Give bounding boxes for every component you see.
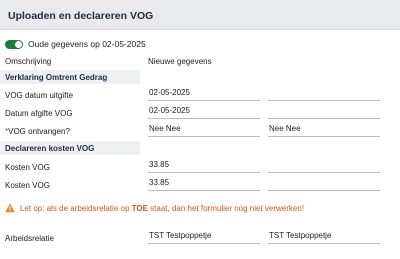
field-kosten2-old[interactable]: 33.85	[148, 177, 260, 191]
section-verklaring-title: Verklaring Omtrent Gedrag	[5, 73, 108, 82]
field-kosten2-new[interactable]	[268, 177, 380, 191]
field-datum-uitgifte-new[interactable]	[268, 87, 380, 101]
old-data-toggle-label: Oude gegevens op 02-05-2025	[28, 39, 146, 49]
label-datum-afgifte-vog: Datum afgifte VOG	[5, 109, 73, 118]
warning-emphasis: TOE	[131, 203, 148, 213]
warning-message: Let op: als de arbeidsrelatie op TOE sta…	[5, 203, 304, 213]
column-omschrijving: Omschrijving	[5, 57, 52, 66]
old-data-toggle[interactable]	[5, 39, 23, 49]
warning-triangle-icon	[5, 203, 15, 213]
field-kosten1-new[interactable]	[268, 159, 380, 173]
label-vog-ontvangen: *VOG ontvangen?	[5, 127, 70, 136]
warning-text: Let op: als de arbeidsrelatie op TOE sta…	[20, 204, 304, 213]
label-vog-ontvangen-text: VOG ontvangen?	[8, 127, 70, 136]
page-title: Uploaden en declareren VOG	[8, 10, 154, 22]
field-datum-afgifte-old[interactable]: 02-05-2025	[148, 105, 260, 119]
label-kosten-vog-1: Kosten VOG	[5, 163, 50, 172]
field-datum-uitgifte-old[interactable]: 02-05-2025	[148, 87, 260, 101]
section-declareren: Declareren kosten VOG	[0, 141, 140, 155]
warning-suffix: staat, dan het formulier nog niet verwer…	[147, 203, 305, 213]
label-arbeidsrelatie: Arbeidsrelatie	[5, 234, 54, 243]
warning-prefix: Let op: als de arbeidsrelatie op	[20, 203, 132, 213]
label-vog-datum-uitgifte: VOG datum uitgifte	[5, 91, 74, 100]
section-declareren-title: Declareren kosten VOG	[5, 144, 95, 153]
field-datum-afgifte-new[interactable]	[268, 105, 380, 119]
field-arbeidsrelatie-old[interactable]: TST Testpoppetje	[148, 230, 260, 244]
column-nieuwe-gegevens: Nieuwe gegevens	[148, 57, 212, 66]
old-data-toggle-row[interactable]: Oude gegevens op 02-05-2025	[5, 38, 146, 50]
field-arbeidsrelatie-new[interactable]: TST Testpoppetje	[268, 230, 380, 244]
label-kosten-vog-2: Kosten VOG	[5, 181, 50, 190]
field-ontvangen-old[interactable]: Nee Nee	[148, 123, 260, 137]
toggle-knob	[15, 40, 22, 48]
field-kosten1-old[interactable]: 33.85	[148, 159, 260, 173]
panel-header: Uploaden en declareren VOG	[0, 0, 400, 30]
field-ontvangen-new[interactable]: Nee Nee	[268, 123, 380, 137]
section-verklaring: Verklaring Omtrent Gedrag	[0, 70, 140, 84]
